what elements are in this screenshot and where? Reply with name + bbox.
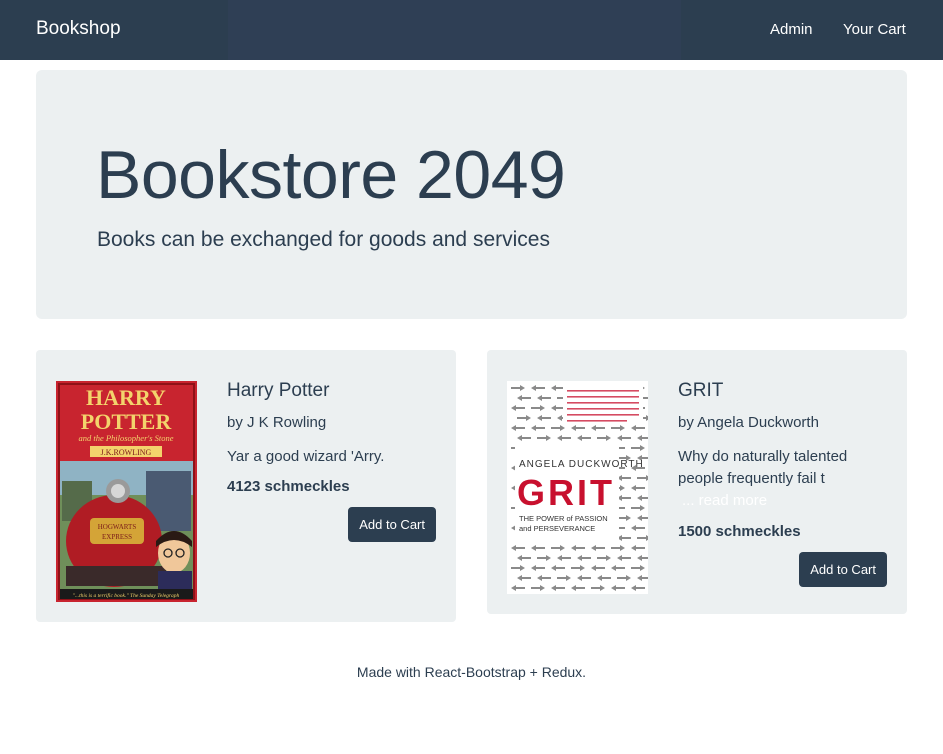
page-title: Bookstore 2049: [96, 137, 566, 213]
svg-text:and the Philosopher's Stone: and the Philosopher's Stone: [78, 433, 173, 443]
book-card-grit: ANGELA DUCKWORTH GRIT THE POWER of PASSI…: [487, 350, 907, 614]
book-title: GRIT: [678, 380, 724, 401]
navbar-band: [228, 0, 681, 60]
add-to-cart-button[interactable]: Add to Cart: [799, 552, 887, 587]
svg-text:ANGELA DUCKWORTH: ANGELA DUCKWORTH: [519, 459, 644, 470]
svg-text:HOGWARTS: HOGWARTS: [98, 523, 137, 531]
book-cover-harry-potter: HARRY POTTER and the Philosopher's Stone…: [56, 381, 197, 602]
book-description: Yar a good wizard 'Arry.: [227, 448, 385, 465]
book-price: 1500 schmeckles: [678, 523, 801, 540]
book-price: 4123 schmeckles: [227, 478, 350, 495]
nav-link-admin[interactable]: Admin: [770, 21, 813, 38]
book-title: Harry Potter: [227, 380, 330, 401]
add-to-cart-button[interactable]: Add to Cart: [348, 507, 436, 542]
svg-text:HARRY: HARRY: [86, 385, 166, 410]
book-description: Why do naturally talented people frequen…: [678, 446, 878, 512]
svg-text:POTTER: POTTER: [81, 409, 173, 434]
svg-text:J.K.ROWLING: J.K.ROWLING: [101, 448, 152, 457]
book-author: by Angela Duckworth: [678, 414, 819, 431]
brand-link[interactable]: Bookshop: [36, 18, 121, 40]
navbar: Bookshop Admin Your Cart: [0, 0, 943, 60]
footer: Made with React-Bootstrap + Redux.: [356, 664, 587, 680]
nav-link-your-cart[interactable]: Your Cart: [843, 21, 906, 38]
svg-text:THE POWER of PASSION: THE POWER of PASSION: [519, 514, 608, 523]
svg-text:EXPRESS: EXPRESS: [102, 533, 132, 541]
book-card-harry-potter: HARRY POTTER and the Philosopher's Stone…: [36, 350, 456, 622]
svg-text:GRIT: GRIT: [517, 472, 615, 513]
read-more-link[interactable]: ... read more: [678, 492, 767, 509]
jumbotron: Bookstore 2049 Books can be exchanged fo…: [36, 70, 907, 319]
svg-text:and PERSEVERANCE: and PERSEVERANCE: [519, 524, 595, 533]
book-cover-grit: ANGELA DUCKWORTH GRIT THE POWER of PASSI…: [507, 381, 648, 594]
book-description-text: Why do naturally talented people frequen…: [678, 448, 848, 487]
svg-text:"...this is a terrific book.": "...this is a terrific book." The Sunday…: [73, 592, 180, 599]
page-subtitle: Books can be exchanged for goods and ser…: [97, 228, 550, 251]
book-author: by J K Rowling: [227, 414, 327, 431]
